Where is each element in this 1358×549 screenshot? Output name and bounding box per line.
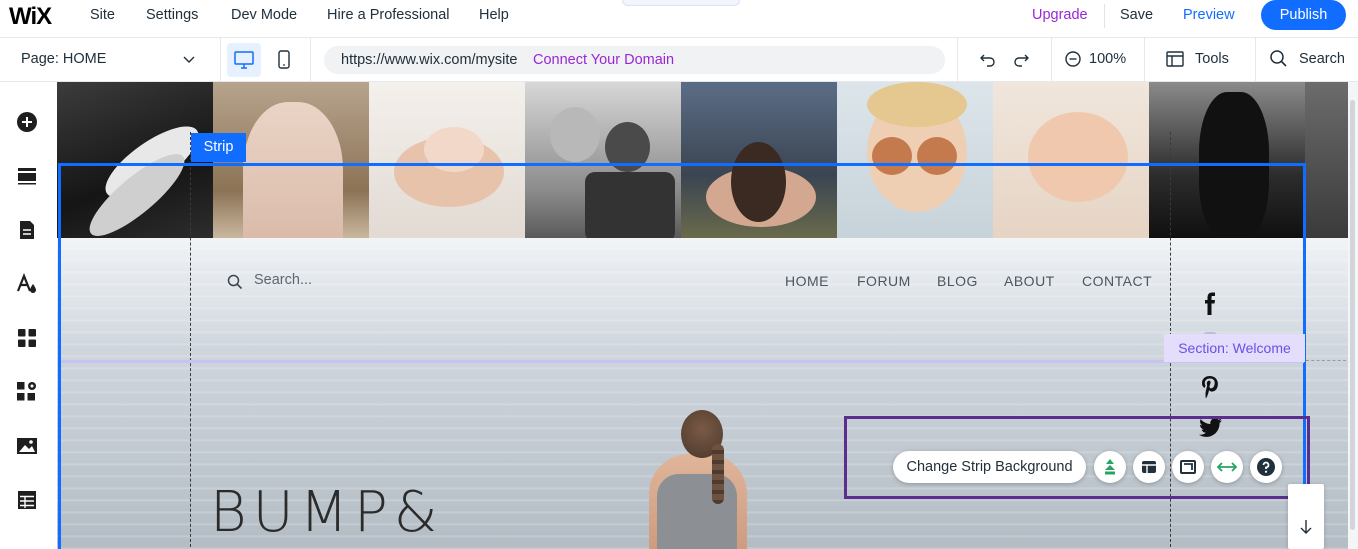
divider [310, 38, 311, 82]
desktop-view-button[interactable] [227, 43, 261, 77]
scroll-down-panel[interactable] [1288, 484, 1324, 549]
site-url: https://www.wix.com/mysite [341, 52, 518, 68]
save-button[interactable]: Save [1120, 7, 1153, 23]
editor-canvas[interactable]: Search... HOME FORUM BLOG ABOUT CONTACT … [57, 82, 1348, 549]
redo-icon[interactable] [1011, 49, 1031, 69]
desktop-icon [234, 51, 254, 69]
settings-button[interactable] [1172, 451, 1204, 483]
divider [1104, 4, 1105, 28]
animation-icon [1105, 459, 1115, 475]
change-strip-background-button[interactable]: Change Strip Background [893, 451, 1086, 483]
add-elements-button[interactable] [16, 111, 38, 133]
sections-icon [18, 168, 36, 185]
divider [1144, 38, 1145, 82]
layout-icon [1142, 461, 1156, 473]
layout-button[interactable] [1133, 451, 1165, 483]
divider [220, 38, 221, 82]
search-icon[interactable] [1269, 49, 1289, 69]
top-menu-bar: WiX Site Settings Dev Mode Hire a Profes… [0, 0, 1358, 38]
stretch-button[interactable] [1211, 451, 1243, 483]
pages-menu-button[interactable] [16, 219, 38, 241]
apps-icon [18, 329, 36, 347]
app-market-icon [17, 382, 36, 401]
business-tools-button[interactable] [16, 381, 38, 403]
gallery-image[interactable] [1305, 82, 1348, 238]
help-icon [1257, 458, 1275, 476]
url-bar[interactable]: https://www.wix.com/mysite Connect Your … [324, 46, 945, 74]
pages-icon [20, 221, 34, 239]
search-button[interactable]: Search [1299, 51, 1345, 67]
divider [1255, 38, 1256, 82]
preview-button[interactable]: Preview [1183, 7, 1235, 23]
menu-hire-professional[interactable]: Hire a Professional [327, 7, 450, 23]
wix-logo[interactable]: WiX [9, 3, 52, 31]
media-icon [17, 438, 37, 454]
chevron-down-icon[interactable] [182, 52, 196, 66]
divider [957, 38, 958, 82]
connect-domain-link[interactable]: Connect Your Domain [533, 52, 674, 68]
help-button[interactable] [1250, 451, 1282, 483]
cms-icon [18, 491, 36, 509]
animation-button[interactable] [1094, 451, 1126, 483]
add-section-button[interactable] [16, 165, 38, 187]
section-boundary [61, 360, 1304, 363]
menu-site[interactable]: Site [90, 7, 115, 23]
editor-toolbar: Page: HOME https://www.wix.com/mysite Co… [0, 38, 1358, 82]
canvas-scrollbar[interactable] [1348, 82, 1358, 549]
add-icon [17, 112, 37, 132]
zoom-level[interactable]: 100% [1089, 51, 1126, 67]
page-selector[interactable]: Page: HOME [21, 51, 106, 67]
stretch-icon [1217, 462, 1237, 472]
site-design-button[interactable] [16, 273, 38, 295]
strip-label[interactable]: Strip [191, 133, 246, 162]
theme-icon [16, 273, 36, 293]
section-label[interactable]: Section: Welcome [1164, 334, 1305, 362]
zoom-out-icon[interactable] [1063, 49, 1083, 69]
arrow-down-icon[interactable] [1299, 519, 1313, 535]
scrollbar-thumb[interactable] [1350, 100, 1355, 530]
media-manager-button[interactable] [16, 435, 38, 457]
top-tab-handle[interactable] [622, 0, 740, 6]
add-apps-button[interactable] [16, 327, 38, 349]
menu-dev-mode[interactable]: Dev Mode [231, 7, 297, 23]
divider [1051, 38, 1052, 82]
undo-icon[interactable] [978, 49, 998, 69]
crop-icon [1180, 460, 1196, 474]
section-boundary-dash [1306, 360, 1346, 361]
cms-button[interactable] [16, 489, 38, 511]
menu-help[interactable]: Help [479, 7, 509, 23]
tools-icon[interactable] [1165, 49, 1185, 69]
mobile-view-button[interactable] [267, 43, 301, 77]
mobile-icon [278, 50, 290, 69]
menu-settings[interactable]: Settings [146, 7, 198, 23]
tools-button[interactable]: Tools [1195, 51, 1229, 67]
publish-button[interactable]: Publish [1261, 0, 1346, 30]
left-sidebar [0, 82, 57, 549]
upgrade-link[interactable]: Upgrade [1032, 7, 1088, 23]
